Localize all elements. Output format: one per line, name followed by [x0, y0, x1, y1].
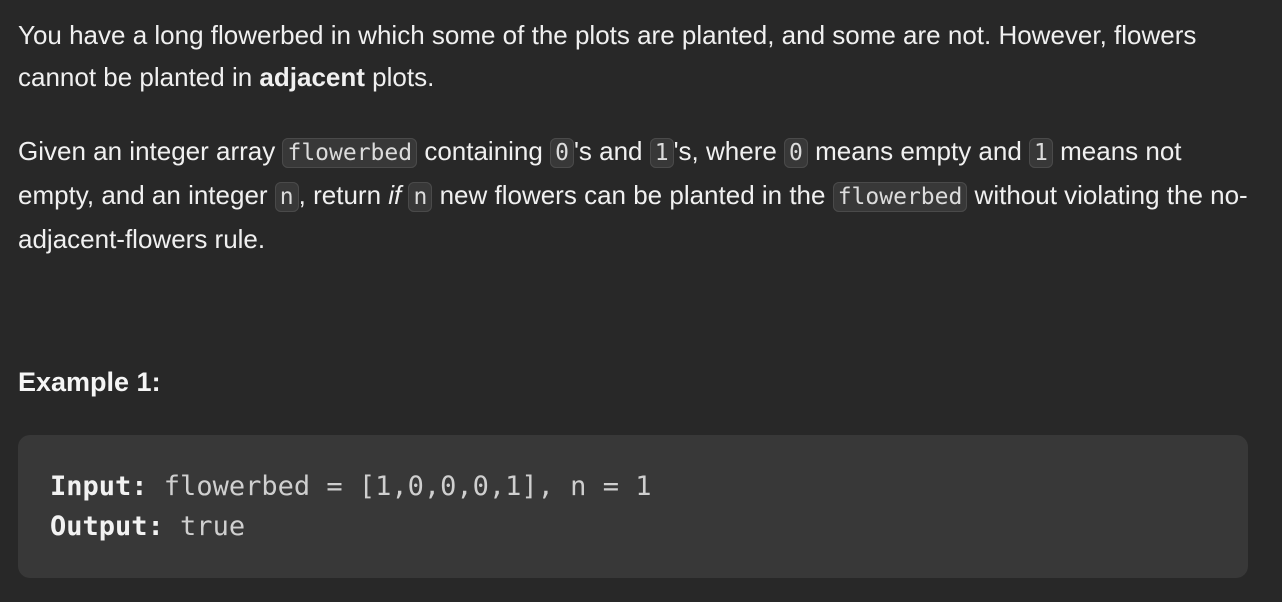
- inline-code-one: 1: [649, 138, 674, 168]
- para2-text: , return: [298, 180, 389, 210]
- inline-code-flowerbed: flowerbed: [282, 138, 418, 168]
- inline-code-zero: 0: [550, 138, 574, 168]
- inline-code-flowerbed: flowerbed: [832, 182, 968, 212]
- description-paragraph-2: Given an integer array flowerbed contain…: [18, 130, 1258, 260]
- input-value: flowerbed = [1,0,0,0,1], n = 1: [147, 471, 652, 502]
- inline-code-n: n: [408, 182, 433, 212]
- example-input-line: Input: flowerbed = [1,0,0,0,1], n = 1: [50, 467, 1216, 507]
- para2-text: Given an integer array: [18, 136, 283, 166]
- output-label: Output:: [50, 511, 164, 542]
- para1-text: You have a long flowerbed in which some …: [18, 20, 1197, 92]
- adjacent-emphasis: adjacent: [259, 62, 365, 92]
- para2-text: 's and: [573, 136, 650, 166]
- inline-code-zero: 0: [784, 138, 808, 168]
- para2-text: new flowers can be planted in the: [432, 180, 833, 210]
- example-code-block: Input: flowerbed = [1,0,0,0,1], n = 1 Ou…: [18, 435, 1248, 578]
- para2-text: containing: [417, 136, 551, 166]
- inline-code-n: n: [274, 182, 299, 212]
- description-paragraph-1: You have a long flowerbed in which some …: [18, 14, 1258, 98]
- para2-text: means empty and: [807, 136, 1030, 166]
- inline-code-one: 1: [1029, 138, 1053, 168]
- problem-description-panel: You have a long flowerbed in which some …: [0, 0, 1282, 602]
- if-emphasis: if: [388, 180, 402, 210]
- example-output-line: Output: true: [50, 507, 1216, 547]
- example-heading: Example 1:: [18, 367, 161, 397]
- para1-text-end: plots.: [364, 62, 435, 92]
- input-label: Input:: [50, 471, 148, 502]
- output-value: true: [163, 511, 246, 542]
- para2-text: 's, where: [673, 136, 785, 166]
